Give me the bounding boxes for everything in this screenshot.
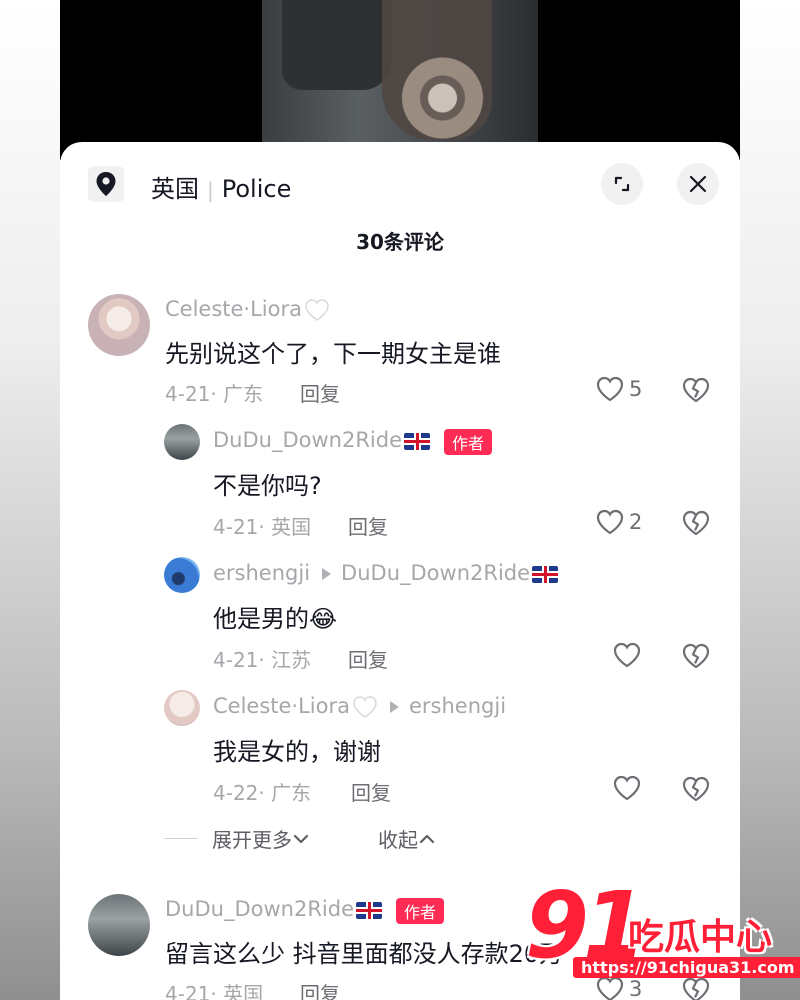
avatar[interactable]	[164, 424, 200, 460]
broken-heart-icon[interactable]	[681, 642, 711, 670]
comment-text-content: 他是男的	[213, 605, 309, 633]
comment-text: 我是女的，谢谢	[213, 738, 381, 766]
video-thumbnail	[262, 0, 538, 160]
collapse-label: 收起	[378, 828, 418, 852]
heart-icon	[596, 376, 624, 402]
location-separator: |	[207, 178, 214, 202]
close-icon	[689, 175, 707, 193]
location-region: 英国	[151, 175, 199, 203]
username-text: Celeste·Liora	[213, 694, 350, 718]
location-name: Police	[221, 175, 292, 203]
reply-to-username[interactable]: DuDu_Down2Ride	[341, 561, 530, 585]
heart-icon	[613, 642, 641, 668]
reply-button[interactable]: 回复	[348, 511, 388, 540]
comment-date-region: 4-21· 广东	[165, 382, 264, 406]
comment-text: 不是你吗?	[213, 472, 322, 500]
location-label[interactable]: 英国 | Police	[151, 169, 291, 204]
author-badge: 作者	[444, 429, 493, 455]
collapse-button[interactable]: 收起	[378, 824, 436, 853]
comment-text: 他是男的😂	[213, 599, 337, 634]
comment-date-region: 4-22· 广东	[213, 781, 312, 805]
white-heart-icon	[305, 299, 329, 321]
comment-text: 先别说这个了，下一期女主是谁	[165, 340, 501, 368]
uk-flag-icon	[356, 901, 382, 919]
comment-date-region: 4-21· 英国	[165, 982, 264, 1000]
reply-arrow-icon	[322, 568, 332, 580]
like-count: 2	[629, 510, 643, 534]
sheet-header: 英国 | Police 30条评论	[60, 142, 740, 254]
username-text: ershengji	[213, 561, 311, 585]
site-watermark: 91 吃瓜中心 https://91chigua31.com	[525, 880, 800, 985]
username-text: DuDu_Down2Ride	[165, 897, 354, 921]
divider-line	[164, 838, 198, 839]
comment-username[interactable]: Celeste·Liora	[165, 297, 330, 322]
comment-date-region: 4-21· 英国	[213, 515, 312, 539]
like-button[interactable]: 5	[595, 375, 642, 403]
avatar[interactable]	[164, 557, 200, 593]
comment-text: 留言这么少 抖音里面都没人存款20万	[165, 940, 564, 968]
heart-icon	[613, 775, 641, 801]
expand-icon	[614, 176, 630, 192]
reply-button[interactable]: 回复	[300, 978, 340, 1000]
video-tattoo-hand-shape	[382, 0, 492, 140]
expand-more-label: 展开更多	[212, 828, 292, 852]
heart-icon	[596, 509, 624, 535]
uk-flag-icon	[404, 432, 430, 450]
avatar[interactable]	[164, 690, 200, 726]
laughing-crying-emoji: 😂	[309, 605, 338, 633]
close-button[interactable]	[677, 163, 719, 205]
video-background[interactable]	[60, 0, 740, 160]
thread-expand-row: 展开更多	[164, 824, 310, 853]
watermark-logo-text: 吃瓜中心	[628, 917, 773, 958]
avatar[interactable]	[88, 294, 150, 356]
reply-to-username[interactable]: ershengji	[409, 694, 506, 718]
uk-flag-icon	[532, 565, 559, 583]
reply-button[interactable]: 回复	[300, 378, 340, 407]
broken-heart-icon[interactable]	[681, 376, 711, 404]
like-button[interactable]: 2	[595, 508, 642, 536]
reply-arrow-icon	[390, 701, 399, 713]
comment-username[interactable]: DuDu_Down2Ride	[213, 428, 430, 452]
expand-more-button[interactable]: 展开更多	[212, 824, 310, 853]
comment-username[interactable]: ershengji DuDu_Down2Ride	[213, 561, 559, 585]
author-badge: 作者	[396, 898, 445, 924]
chevron-up-icon	[419, 834, 435, 843]
video-sleeve-shape	[282, 0, 392, 90]
white-heart-icon	[353, 696, 377, 718]
comment-username[interactable]: Celeste·Liora ershengji	[213, 694, 506, 719]
like-button[interactable]	[612, 641, 646, 669]
expand-button[interactable]	[601, 163, 643, 205]
watermark-url: https://91chigua31.com	[573, 957, 800, 978]
chevron-down-icon	[293, 834, 309, 843]
like-button[interactable]	[612, 774, 646, 802]
avatar[interactable]	[88, 894, 150, 956]
comment-username[interactable]: DuDu_Down2Ride	[165, 897, 382, 921]
comment-count-title: 30条评论	[356, 230, 444, 254]
broken-heart-icon[interactable]	[681, 775, 711, 803]
broken-heart-icon[interactable]	[681, 509, 711, 537]
like-count: 5	[629, 377, 643, 401]
reply-button[interactable]: 回复	[351, 777, 391, 806]
reply-button[interactable]: 回复	[348, 644, 388, 673]
username-text: DuDu_Down2Ride	[213, 428, 402, 452]
username-text: Celeste·Liora	[165, 297, 302, 321]
location-pin-icon[interactable]	[88, 166, 124, 202]
comment-date-region: 4-21· 江苏	[213, 648, 312, 672]
